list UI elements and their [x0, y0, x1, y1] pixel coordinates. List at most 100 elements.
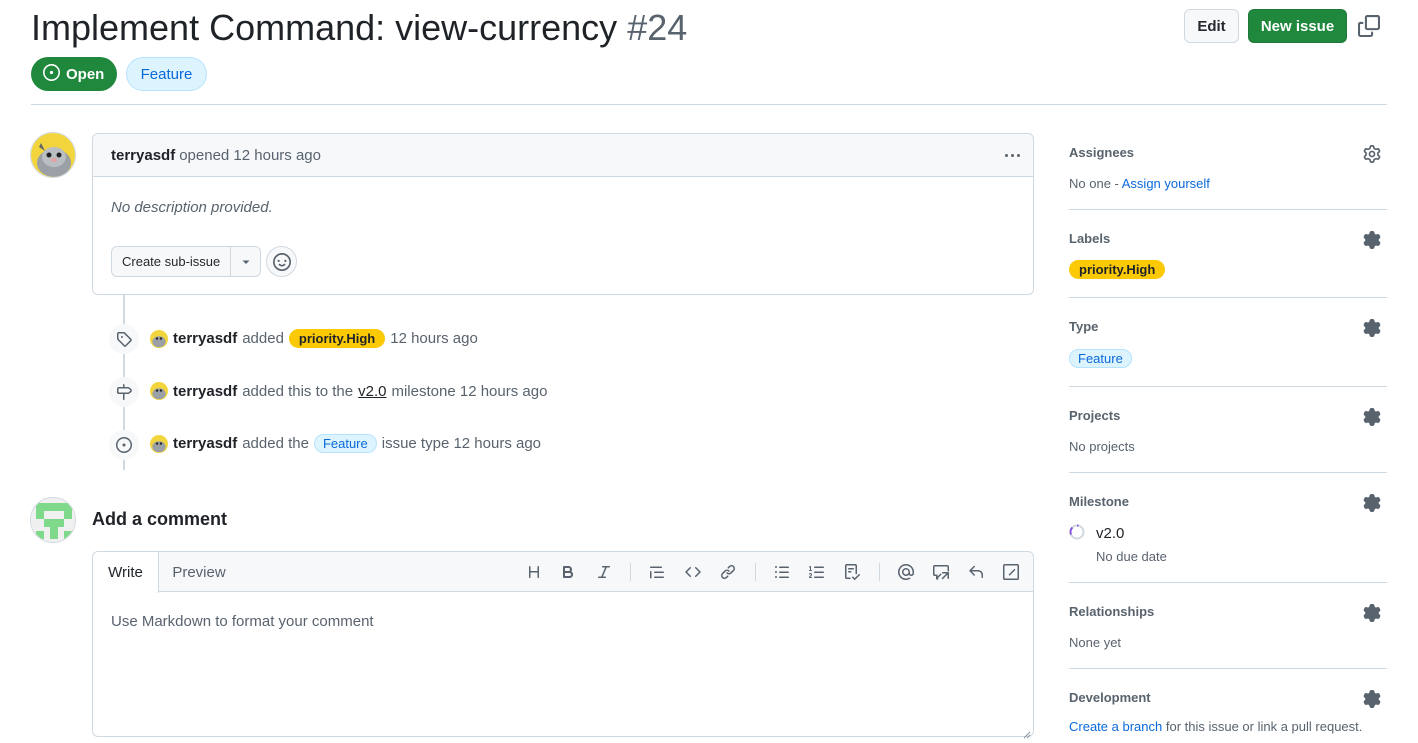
sidebar-type-feature[interactable]: Feature [1069, 349, 1132, 368]
italic-icon[interactable] [593, 561, 615, 583]
header-divider [31, 104, 1387, 105]
bold-icon[interactable] [557, 561, 579, 583]
sidebar-divider [1069, 297, 1387, 298]
sidebar-assignees-value: No one - Assign yourself [1069, 176, 1387, 191]
sidebar-development: Development Create a branch for this iss… [1069, 690, 1387, 736]
issue-title-text: Implement Command: view-currency [31, 7, 618, 48]
sidebar-milestone: Milestone v2.0 No due date [1069, 494, 1387, 568]
gear-icon[interactable] [1363, 408, 1381, 426]
comment-meta[interactable]: opened 12 hours ago [179, 147, 321, 164]
milestone-link[interactable]: v2.0 [358, 383, 386, 400]
comment-author[interactable]: terryasdf [111, 147, 175, 164]
add-comment-heading: Add a comment [92, 509, 228, 529]
issue-open-icon [43, 63, 60, 85]
toolbar-divider [630, 563, 631, 581]
tag-icon [109, 324, 139, 354]
sidebar-type-title[interactable]: Type [1069, 319, 1387, 334]
event-avatar[interactable] [150, 434, 168, 453]
copy-icon[interactable] [1358, 15, 1380, 37]
assign-yourself-link[interactable]: Assign yourself [1122, 176, 1210, 191]
issue-state-badge: Open [31, 57, 117, 91]
event-time[interactable]: issue type 12 hours ago [382, 435, 541, 452]
new-issue-button[interactable]: New issue [1248, 9, 1347, 43]
milestone-name[interactable]: v2.0 [1096, 525, 1124, 542]
gear-icon[interactable] [1363, 690, 1381, 708]
author-avatar[interactable] [30, 132, 76, 178]
tab-write[interactable]: Write [93, 552, 159, 593]
sidebar-divider [1069, 668, 1387, 669]
sidebar-relationships: Relationships None yet [1069, 604, 1387, 650]
unordered-list-icon[interactable] [771, 561, 793, 583]
event-time[interactable]: 12 hours ago [390, 330, 478, 347]
sidebar-divider [1069, 582, 1387, 583]
event-avatar[interactable] [150, 382, 168, 400]
tab-preview[interactable]: Preview [159, 552, 239, 592]
issue-type-icon [109, 430, 139, 460]
milestone-icon [109, 377, 139, 407]
toolbar-divider [879, 563, 880, 581]
sidebar-projects-title[interactable]: Projects [1069, 408, 1387, 423]
sidebar-divider [1069, 386, 1387, 387]
sidebar-divider [1069, 209, 1387, 210]
label-feature[interactable]: Feature [313, 434, 377, 453]
sidebar-milestone-title[interactable]: Milestone [1069, 494, 1387, 509]
edit-button[interactable]: Edit [1184, 9, 1239, 43]
sidebar-projects-value: No projects [1069, 439, 1135, 454]
heading-icon[interactable] [523, 561, 545, 583]
create-branch-link[interactable]: Create a branch [1069, 719, 1162, 734]
editor-toolbar: Write Preview [93, 552, 1033, 593]
issue-type-badge[interactable]: Feature [126, 57, 207, 91]
sidebar-assignees-title[interactable]: Assignees [1069, 145, 1387, 160]
event-avatar[interactable] [150, 329, 168, 348]
sidebar-type: Type Feature [1069, 319, 1387, 371]
reply-icon[interactable] [965, 561, 987, 583]
sidebar-divider [1069, 472, 1387, 473]
quote-icon[interactable] [646, 561, 668, 583]
task-list-icon[interactable] [841, 561, 863, 583]
event-author[interactable]: terryasdf [173, 383, 237, 400]
event-action: added this to the [242, 382, 354, 400]
timeline-event-milestone: terryasdf added this to the v2.0 milesto… [150, 382, 547, 400]
link-icon[interactable] [717, 561, 739, 583]
code-icon[interactable] [682, 561, 704, 583]
slash-command-icon[interactable] [1000, 561, 1022, 583]
milestone-progress-icon [1069, 524, 1085, 543]
issue-state-label: Open [66, 65, 105, 83]
sidebar-relationships-title[interactable]: Relationships [1069, 604, 1387, 619]
issue-number: #24 [627, 7, 688, 48]
label-priority-high[interactable]: priority.High [288, 329, 386, 348]
event-author[interactable]: terryasdf [173, 330, 237, 347]
kebab-icon[interactable] [1001, 144, 1023, 166]
reference-icon[interactable] [930, 561, 952, 583]
comment-textarea[interactable]: Use Markdown to format your comment [111, 613, 374, 630]
create-subissue-button: Create sub-issue [111, 246, 262, 277]
sidebar-development-title[interactable]: Development [1069, 690, 1387, 705]
gear-icon[interactable] [1363, 319, 1381, 337]
milestone-due: No due date [1096, 549, 1167, 564]
resize-handle[interactable] [1023, 726, 1031, 739]
smiley-icon[interactable] [266, 246, 297, 277]
triangle-down-icon[interactable] [231, 247, 260, 276]
sidebar-assignees: Assignees No one - Assign yourself [1069, 145, 1387, 191]
current-user-avatar [30, 497, 76, 543]
gear-icon[interactable] [1363, 231, 1381, 249]
event-author[interactable]: terryasdf [173, 435, 237, 452]
gear-icon[interactable] [1363, 604, 1381, 622]
comment-body: No description provided. [111, 199, 273, 216]
sidebar-labels: Labels priority.High [1069, 231, 1387, 281]
event-action: added the [242, 435, 309, 452]
sidebar-projects: Projects No projects [1069, 408, 1387, 454]
event-time[interactable]: milestone 12 hours ago [391, 383, 547, 400]
issue-body-comment: terryasdf opened 12 hours ago No descrip… [92, 133, 1034, 295]
sidebar-labels-title[interactable]: Labels [1069, 231, 1387, 246]
event-action: added [242, 330, 284, 347]
ordered-list-icon[interactable] [806, 561, 828, 583]
gear-icon[interactable] [1363, 145, 1381, 163]
sidebar-relationships-value: None yet [1069, 635, 1122, 650]
gear-icon[interactable] [1363, 494, 1381, 512]
mention-icon[interactable] [895, 561, 917, 583]
sidebar-label-priority[interactable]: priority.High [1069, 260, 1166, 279]
comment-editor: Write Preview Use Markdown to format you… [92, 551, 1034, 739]
create-subissue-main[interactable]: Create sub-issue [112, 247, 232, 276]
timeline-event-type: terryasdf added the Feature issue type 1… [150, 434, 541, 453]
